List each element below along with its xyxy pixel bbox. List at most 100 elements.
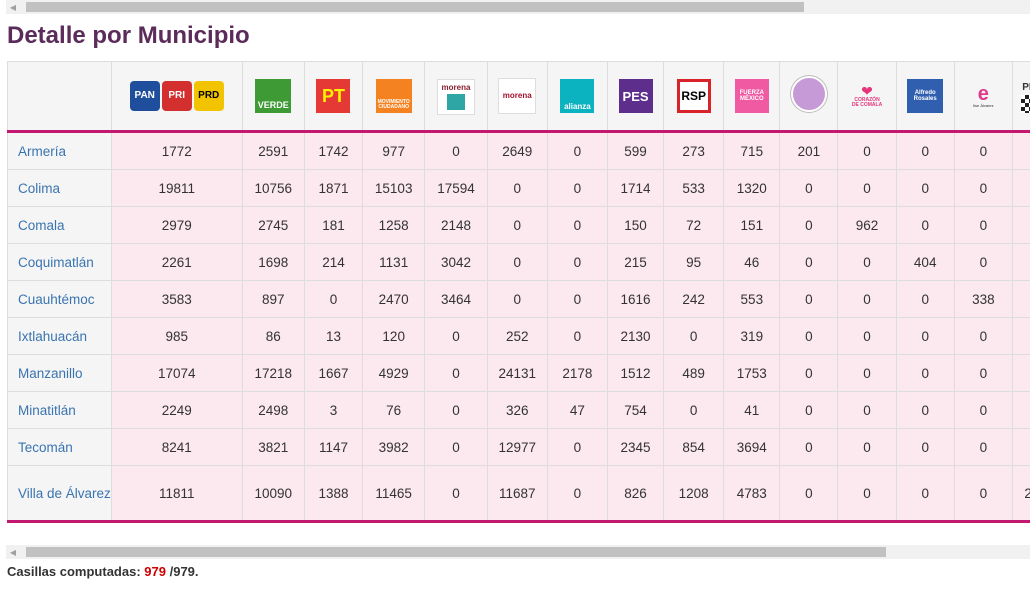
vote-count-cell: 0: [779, 169, 839, 207]
scrollbar-thumb[interactable]: [26, 547, 886, 557]
rsp-label: RSP: [676, 79, 711, 113]
vote-count-cell: 0: [1011, 169, 1030, 207]
vote-count-cell: 17074: [110, 354, 243, 392]
scroll-left-arrow-icon[interactable]: ◀: [6, 0, 20, 14]
vote-count-cell: 1772: [110, 131, 243, 170]
casillas-label: Casillas computadas:: [7, 564, 141, 579]
vote-count-cell: 17594: [424, 169, 488, 207]
municipio-link[interactable]: Armería: [7, 131, 112, 170]
vote-count-cell: 1208: [663, 465, 725, 523]
municipio-link[interactable]: Coquimatlán: [7, 243, 112, 281]
pan-pri-prd-logo: PAN PRI PRD: [129, 81, 224, 111]
vote-count-cell: 252: [486, 317, 548, 355]
morena-alianza-logo: morena: [436, 79, 475, 115]
vote-count-cell: 17218: [241, 354, 305, 392]
header-municipio-cell: [7, 61, 112, 133]
circle-emblem-icon: [790, 75, 827, 112]
vote-count-cell: 326: [486, 391, 548, 429]
vote-count-cell: 273: [663, 131, 725, 170]
party-emblem-icon: PRD: [193, 81, 224, 111]
vote-count-cell: 0: [424, 428, 488, 466]
horizontal-scrollbar-bottom[interactable]: ◀: [6, 545, 1030, 559]
table-row: Coquimatlán 2261 1698 214 1131 3042 0 0 215 95 46 0…: [7, 243, 1030, 281]
mc-label-line2: CIUDADANO: [378, 104, 409, 110]
movimiento-ciudadano-logo: MOVIMIENTO CIUDADANO: [375, 79, 412, 113]
verde-label: VERDE: [255, 79, 292, 113]
vote-count-cell: 0: [663, 391, 725, 429]
header-fuerza-mexico-logo: FUERZA MÉXICO: [723, 61, 781, 133]
vote-count-cell: 0: [779, 206, 839, 244]
vote-count-cell: 0: [779, 428, 839, 466]
vote-count-cell: 0: [424, 465, 488, 523]
municipio-link[interactable]: Cuauhtémoc: [7, 280, 112, 318]
vote-count-cell: 1131: [362, 243, 426, 281]
horizontal-scrollbar-top[interactable]: ◀: [6, 0, 1030, 14]
vote-count-cell: 0: [953, 317, 1013, 355]
alfredo-rosales-logo: Alfredo Rosales: [907, 79, 944, 113]
vote-count-cell: 2261: [110, 243, 243, 281]
vote-count-cell: 553: [723, 280, 781, 318]
cc-label-line2: DE COMALA: [851, 102, 883, 108]
municipio-link[interactable]: Comala: [7, 206, 112, 244]
vote-count-cell: 4783: [723, 465, 781, 523]
vote-count-cell: 0: [546, 131, 609, 170]
casillas-footer: Casillas computadas: 979 /979.: [7, 564, 199, 579]
vote-count-cell: 0: [1011, 243, 1030, 281]
vote-count-cell: 0: [486, 206, 548, 244]
vote-count-cell: 0: [837, 169, 897, 207]
ia-label-line2: Ilse Álvarez: [972, 103, 994, 108]
municipio-link[interactable]: Manzanillo: [7, 354, 112, 392]
vote-count-cell: 0: [486, 280, 548, 318]
scrollbar-thumb[interactable]: [26, 2, 804, 12]
vote-count-cell: 2148: [424, 206, 488, 244]
profe-label: PROFE: [1022, 82, 1030, 93]
heart-icon: ❤: [861, 83, 873, 99]
municipio-link[interactable]: Tecomán: [7, 428, 112, 466]
vote-count-cell: 215: [607, 243, 665, 281]
vote-count-cell: 0: [546, 206, 609, 244]
vote-count-cell: 0: [779, 391, 839, 429]
vote-count-cell: 826: [607, 465, 665, 523]
vote-count-cell: 41: [723, 391, 781, 429]
independiente-circle-logo: [790, 75, 827, 112]
vote-count-cell: 0: [953, 169, 1013, 207]
vote-count-cell: 1698: [241, 243, 305, 281]
vote-count-cell: 2470: [362, 280, 426, 318]
vote-count-cell: 3464: [424, 280, 488, 318]
vote-count-cell: 1616: [607, 280, 665, 318]
results-table: PAN PRI PRD VERDE PT MOVIMIENTO CIUDADANO moren…: [7, 61, 1030, 523]
vote-count-cell: 0: [779, 280, 839, 318]
morena-logo: morena: [498, 78, 537, 114]
vote-count-cell: 0: [953, 465, 1013, 523]
header-movimiento-ciudadano-logo: MOVIMIENTO CIUDADANO: [362, 61, 426, 133]
vote-count-cell: 338: [953, 280, 1013, 318]
vote-count-cell: 985: [110, 317, 243, 355]
vote-count-cell: 0: [837, 243, 897, 281]
municipio-link[interactable]: Colima: [7, 169, 112, 207]
vote-count-cell: 533: [663, 169, 725, 207]
vote-count-cell: 95: [663, 243, 725, 281]
vote-count-cell: 0: [837, 391, 897, 429]
vote-count-cell: 0: [424, 354, 488, 392]
scroll-left-arrow-icon[interactable]: ◀: [6, 545, 20, 559]
header-alfredo-rosales-logo: Alfredo Rosales: [895, 61, 955, 133]
vote-count-cell: 181: [303, 206, 364, 244]
vote-count-cell: 0: [1011, 317, 1030, 355]
header-verde-logo: VERDE: [241, 61, 305, 133]
municipio-link[interactable]: Villa de Álvarez: [7, 465, 112, 523]
morena-label: morena: [498, 78, 537, 114]
municipio-link[interactable]: Ixtlahuacán: [7, 317, 112, 355]
table-row: Armería 1772 2591 1742 977 0 2649 0 599 273 715 201…: [7, 131, 1030, 170]
table-row: Minatitlán2249249837603264775404100000: [7, 391, 1030, 429]
municipio-link[interactable]: Minatitlán: [7, 391, 112, 429]
vote-count-cell: 715: [723, 131, 781, 170]
header-corazon-de-comala-logo: ❤ CORAZÓN DE COMALA: [837, 61, 897, 133]
vote-count-cell: 2649: [486, 131, 548, 170]
vote-count-cell: 76: [362, 391, 426, 429]
vote-count-cell: 0: [895, 169, 955, 207]
page-title: Detalle por Municipio: [7, 22, 250, 49]
vote-count-cell: 0: [837, 280, 897, 318]
vote-count-cell: 201: [779, 131, 839, 170]
vote-count-cell: 0: [424, 317, 488, 355]
vote-count-cell: 24131: [486, 354, 548, 392]
